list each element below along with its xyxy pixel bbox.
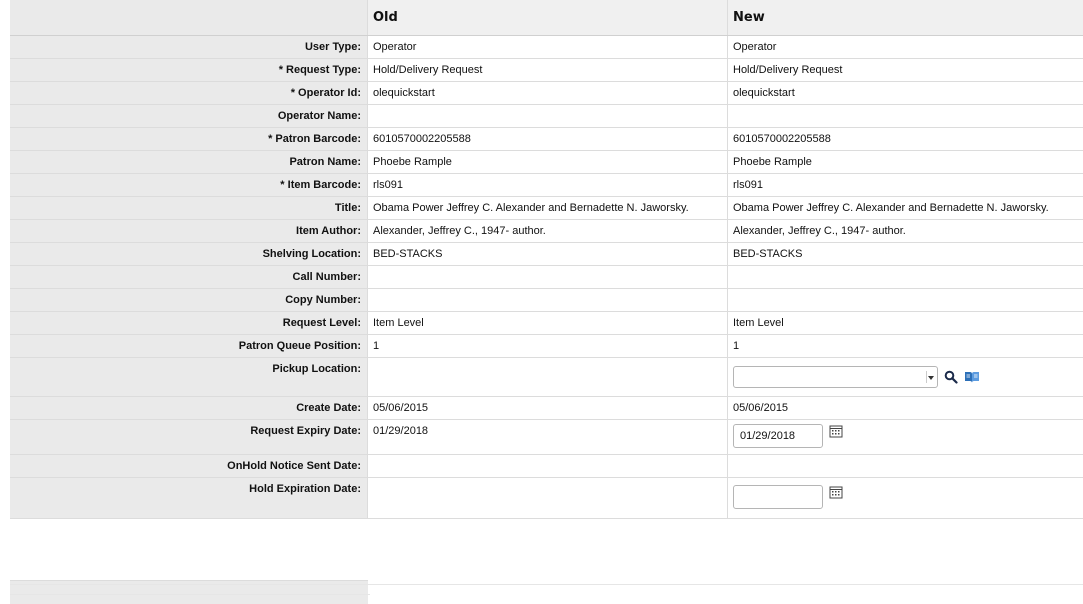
table-row: * Patron Barcode: 6010570002205588 6010570… bbox=[10, 128, 1083, 151]
row-label: Operator Name: bbox=[10, 105, 368, 127]
table-row: Operator Name: bbox=[10, 105, 1083, 128]
table-row: Request Level: Item Level Item Level bbox=[10, 312, 1083, 335]
row-new-value: Hold/Delivery Request bbox=[733, 64, 843, 76]
row-old-value: Phoebe Rample bbox=[368, 151, 728, 173]
onhold-notice-label: OnHold Notice Sent Date: bbox=[10, 455, 368, 477]
row-label: Request Level: bbox=[10, 312, 368, 334]
divider bbox=[10, 594, 370, 595]
header-old: Old bbox=[368, 0, 728, 35]
row-old-value: Item Level bbox=[368, 312, 728, 334]
row-old-value: Alexander, Jeffrey C., 1947- author. bbox=[368, 220, 728, 242]
row-old-value: olequickstart bbox=[368, 82, 728, 104]
onhold-notice-old bbox=[368, 455, 728, 477]
row-new-value: olequickstart bbox=[733, 87, 795, 99]
row-old-value bbox=[368, 105, 728, 127]
search-icon[interactable] bbox=[944, 370, 958, 384]
row-new-value bbox=[728, 105, 1083, 127]
table-row: Shelving Location: BED-STACKS BED-STACKS bbox=[10, 243, 1083, 266]
create-date-old: 05/06/2015 bbox=[368, 397, 728, 419]
onhold-notice-row: OnHold Notice Sent Date: bbox=[10, 455, 1083, 478]
row-new-value bbox=[728, 289, 1083, 311]
row-new-value: 1 bbox=[733, 340, 740, 352]
table-row: Copy Number: bbox=[10, 289, 1083, 312]
row-old-value: Hold/Delivery Request bbox=[368, 59, 728, 81]
calendar-icon[interactable] bbox=[829, 485, 843, 499]
create-date-row: Create Date: 05/06/2015 05/06/2015 bbox=[10, 397, 1083, 420]
row-old-value: 6010570002205588 bbox=[368, 128, 728, 150]
chevron-down-icon[interactable] bbox=[926, 371, 935, 383]
pickup-location-old bbox=[368, 358, 728, 396]
table-row: User Type: Operator Operator bbox=[10, 36, 1083, 59]
hold-expiration-old bbox=[368, 478, 728, 518]
pickup-location-select[interactable] bbox=[733, 366, 938, 388]
table-row: Title: Obama Power Jeffrey C. Alexander a… bbox=[10, 197, 1083, 220]
onhold-notice-new bbox=[728, 455, 1083, 477]
hold-expiration-label: Hold Expiration Date: bbox=[10, 478, 368, 518]
request-expiry-label: Request Expiry Date: bbox=[10, 420, 368, 454]
row-label: Copy Number: bbox=[10, 289, 368, 311]
row-label: Patron Queue Position: bbox=[10, 335, 368, 357]
row-old-value bbox=[368, 266, 728, 288]
hold-expiration-row: Hold Expiration Date: bbox=[10, 478, 1083, 519]
row-new-value: Obama Power Jeffrey C. Alexander and Ber… bbox=[733, 202, 1049, 214]
row-label: * Patron Barcode: bbox=[10, 128, 368, 150]
request-expiry-input[interactable]: 01/29/2018 bbox=[733, 424, 823, 448]
request-expiry-new-cell: 01/29/2018 bbox=[728, 420, 1083, 454]
table-row: * Request Type: Hold/Delivery Request Hold… bbox=[10, 59, 1083, 82]
row-new-value: BED-STACKS bbox=[733, 248, 803, 260]
row-new-value: Alexander, Jeffrey C., 1947- author. bbox=[733, 225, 906, 237]
pickup-location-row: Pickup Location: bbox=[10, 358, 1083, 397]
book-icon[interactable] bbox=[964, 370, 979, 384]
divider bbox=[10, 584, 1083, 585]
table-row: * Operator Id: olequickstart olequickstart bbox=[10, 82, 1083, 105]
row-label: User Type: bbox=[10, 36, 368, 58]
row-old-value: Operator bbox=[368, 36, 728, 58]
row-old-value: Obama Power Jeffrey C. Alexander and Ber… bbox=[368, 197, 728, 219]
table-row: Item Author: Alexander, Jeffrey C., 1947-… bbox=[10, 220, 1083, 243]
row-new-value: rls091 bbox=[733, 179, 763, 191]
table-row: Call Number: bbox=[10, 266, 1083, 289]
row-label: Patron Name: bbox=[10, 151, 368, 173]
pickup-location-new-cell bbox=[728, 358, 1083, 396]
row-new-value bbox=[728, 266, 1083, 288]
row-label: Shelving Location: bbox=[10, 243, 368, 265]
request-expiry-old: 01/29/2018 bbox=[368, 420, 728, 454]
table-row: Patron Name: Phoebe Rample Phoebe Rample bbox=[10, 151, 1083, 174]
calendar-icon[interactable] bbox=[829, 424, 843, 438]
header-label-cell bbox=[10, 0, 368, 35]
row-old-value: 1 bbox=[368, 335, 728, 357]
row-label: * Request Type: bbox=[10, 59, 368, 81]
row-label: * Operator Id: bbox=[10, 82, 368, 104]
table-row: * Item Barcode: rls091 rls091 bbox=[10, 174, 1083, 197]
table-row: Patron Queue Position: 1 1 bbox=[10, 335, 1083, 358]
row-old-value: BED-STACKS bbox=[368, 243, 728, 265]
create-date-new: 05/06/2015 bbox=[733, 402, 789, 414]
request-expiry-row: Request Expiry Date: 01/29/2018 01/29/20… bbox=[10, 420, 1083, 455]
pickup-location-label: Pickup Location: bbox=[10, 358, 368, 396]
row-new-value: Item Level bbox=[733, 317, 784, 329]
header-new: New bbox=[728, 0, 1083, 35]
row-label: * Item Barcode: bbox=[10, 174, 368, 196]
row-label: Item Author: bbox=[10, 220, 368, 242]
table-footer bbox=[10, 580, 1083, 604]
table-header: Old New bbox=[10, 0, 1083, 36]
row-new-value: 6010570002205588 bbox=[733, 133, 831, 145]
row-old-value: rls091 bbox=[368, 174, 728, 196]
hold-expiration-input[interactable] bbox=[733, 485, 823, 509]
row-new-value: Operator bbox=[733, 41, 777, 53]
hold-expiration-new-cell bbox=[728, 478, 1083, 518]
row-old-value bbox=[368, 289, 728, 311]
create-date-label: Create Date: bbox=[10, 397, 368, 419]
row-new-value: Phoebe Rample bbox=[733, 156, 812, 168]
row-label: Title: bbox=[10, 197, 368, 219]
request-comparison-table: Old New User Type: Operator Operator * Req… bbox=[10, 0, 1083, 519]
row-label: Call Number: bbox=[10, 266, 368, 288]
